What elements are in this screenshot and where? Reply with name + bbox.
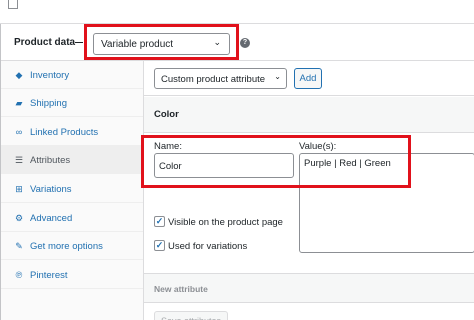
product-data-panel: Product data Variable product ⌄ ? ◆ Inve… (0, 24, 474, 320)
variations-label: Used for variations (168, 241, 248, 252)
truck-icon: ▰ (15, 98, 23, 108)
attributes-toolbar: Custom product attribute ⌄ Add (144, 61, 474, 96)
plug-icon: ✎ (15, 241, 23, 251)
top-strip (0, 0, 474, 24)
attribute-type-select[interactable]: Custom product attribute ⌄ (154, 68, 287, 89)
tab-shipping[interactable]: ▰ Shipping (1, 89, 143, 117)
product-data-label: Product data (14, 37, 76, 48)
visible-label: Visible on the product page (168, 217, 283, 228)
attribute-title: Color (154, 109, 179, 120)
link-icon: ∞ (15, 127, 23, 137)
tab-linked-products[interactable]: ∞ Linked Products (1, 118, 143, 146)
visible-checkbox[interactable]: ✓ (154, 216, 165, 227)
grid-icon: ⊞ (15, 184, 23, 194)
tab-label: Get more options (30, 241, 103, 252)
variations-checkbox[interactable]: ✓ (154, 240, 165, 251)
tab-attributes[interactable]: ☰ Attributes (1, 146, 143, 174)
tab-pinterest[interactable]: ℗ Pinterest (1, 261, 143, 289)
add-attribute-button[interactable]: Add (294, 68, 322, 89)
new-attribute-label: New attribute (154, 284, 208, 294)
help-icon[interactable]: ? (240, 38, 250, 48)
product-data-header: Product data Variable product ⌄ ? (1, 24, 474, 61)
tab-advanced[interactable]: ⚙ Advanced (1, 204, 143, 232)
attributes-panel: Custom product attribute ⌄ Add Color Nam… (141, 61, 474, 320)
attribute-type-value: Custom product attribute (161, 74, 266, 85)
tab-label: Attributes (30, 155, 71, 166)
tab-get-more-options[interactable]: ✎ Get more options (1, 232, 143, 260)
tab-label: Linked Products (30, 127, 99, 138)
chevron-down-icon: ⌄ (274, 72, 281, 81)
product-data-tabs: ◆ Inventory ▰ Shipping ∞ Linked Products… (1, 61, 144, 320)
top-checkbox-edge[interactable] (8, 0, 18, 9)
tab-label: Inventory (30, 70, 70, 81)
highlight-box-product-type (84, 24, 239, 60)
tab-label: Advanced (30, 213, 73, 224)
highlight-box-attribute-fields (141, 135, 411, 188)
tab-label: Variations (30, 184, 72, 195)
product-data-dash (75, 42, 83, 43)
gear-icon: ⚙ (14, 213, 24, 223)
tab-label: Shipping (30, 98, 67, 109)
pinterest-icon: ℗ (15, 270, 23, 280)
tab-label: Pinterest (30, 270, 68, 281)
attribute-header[interactable]: Color (144, 97, 474, 133)
list-icon: ☰ (14, 155, 24, 165)
new-attribute-header[interactable]: New attribute (144, 273, 474, 303)
save-attributes-button[interactable]: Save attributes (154, 311, 228, 320)
inventory-icon: ◆ (15, 70, 23, 80)
tab-variations[interactable]: ⊞ Variations (1, 175, 143, 203)
tab-inventory[interactable]: ◆ Inventory (1, 61, 143, 89)
